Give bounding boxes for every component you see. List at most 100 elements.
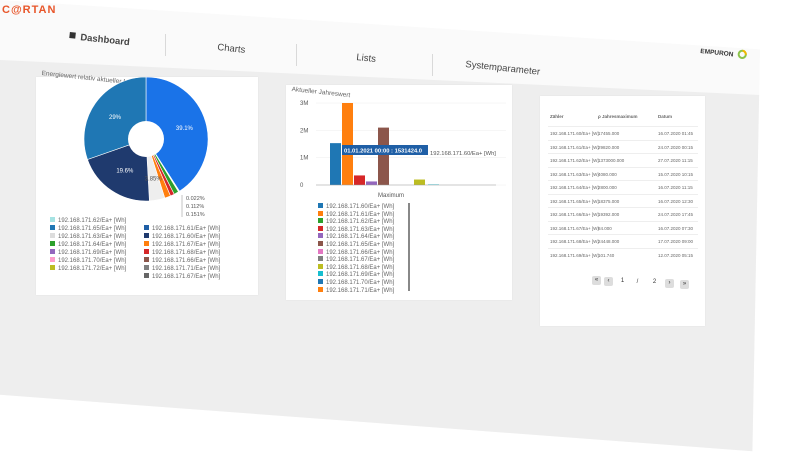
y-tick-label: 1M: [300, 156, 308, 162]
legend-label: 192.168.171.72/Ea+ [Wh]: [58, 266, 127, 272]
tooltip-text: 01.01.2021 00:00 : 1531424.0: [344, 149, 422, 155]
legend-label: 192.168.171.65/Ea+ [Wh]: [58, 226, 127, 232]
pie-legend-item[interactable]: 192.168.171.63/Ea+ [Wh]: [50, 233, 126, 240]
bar-legend-item[interactable]: 192.168.171.68/Ea+ [Wh]: [318, 263, 395, 271]
table-header-cell[interactable]: ρ Jahresmaximum: [598, 114, 638, 119]
bar[interactable]: [378, 127, 389, 185]
bar[interactable]: [366, 181, 377, 185]
bar[interactable]: [330, 143, 341, 185]
y-tick-label: 0: [300, 183, 304, 189]
table-row[interactable]: 192.168.171.61/Ea+ [W] 29820.000 24.07.202…: [548, 139, 698, 155]
brand-logo-text: EMPURON: [699, 47, 734, 59]
table-cell: 192.168.171.60/Ea+ [W]: [550, 131, 599, 136]
legend-label: 192.168.171.69/Ea+ [Wh]: [326, 272, 395, 279]
pie-legend-item[interactable]: 192.168.171.72/Ea+ [Wh]: [50, 265, 126, 272]
pie-legend-item[interactable]: 192.168.171.62/Ea+ [Wh]: [50, 217, 126, 224]
pie-legend-item[interactable]: 192.168.171.69/Ea+ [Wh]: [50, 249, 126, 256]
legend-swatch: [318, 248, 323, 254]
table-cell: 19392.000: [598, 212, 620, 217]
tab-systemparameter[interactable]: Systemparameter: [465, 59, 541, 78]
table-row[interactable]: 192.168.171.67/Ea+ [W] 84.000 16.07.2020 0…: [548, 220, 698, 236]
bar[interactable]: [354, 175, 365, 185]
pie-legend-item[interactable]: 192.168.171.64/Ea+ [Wh]: [50, 241, 126, 248]
legend-label: 192.168.171.66/Ea+ [Wh]: [152, 258, 221, 264]
bar-legend-item[interactable]: 192.168.171.71/Ea+ [Wh]: [318, 286, 394, 294]
bar-legend-item[interactable]: 192.168.171.62/Ea+ [Wh]: [318, 218, 394, 225]
legend-swatch: [50, 265, 55, 270]
pie-legend-item[interactable]: 192.168.171.65/Ea+ [Wh]: [50, 225, 126, 232]
pie-legend-item[interactable]: 192.168.171.67/Ea+ [Wh]: [144, 273, 220, 280]
table-cell: 16.07.2020 01:45: [658, 131, 694, 136]
table-row[interactable]: 192.168.171.60/Ea+ [W] 17455.000 16.07.202…: [548, 126, 698, 141]
tab-lists[interactable]: Lists: [356, 52, 377, 65]
bar-legend-item[interactable]: 192.168.171.67/Ea+ [Wh]: [318, 256, 394, 263]
legend-label: 192.168.171.67/Ea+ [Wh]: [152, 242, 221, 248]
bar-legend-item[interactable]: 192.168.171.60/Ea+ [Wh]: [318, 203, 394, 210]
legend-label: 192.168.171.63/Ea+ [Wh]: [326, 226, 395, 233]
last-page-button[interactable]: »: [680, 279, 689, 289]
bar-legend-item[interactable]: 192.168.171.61/Ea+ [Wh]: [318, 210, 394, 218]
legend-swatch: [144, 257, 149, 262]
bar-legend-item[interactable]: 192.168.171.70/Ea+ [Wh]: [318, 279, 394, 286]
bar[interactable]: [342, 103, 353, 185]
bar-legend-item[interactable]: 192.168.171.65/Ea+ [Wh]: [318, 241, 394, 248]
pie-legend-item[interactable]: 192.168.171.71/Ea+ [Wh]: [144, 265, 220, 272]
bar-legend-item[interactable]: 192.168.171.63/Ea+ [Wh]: [318, 225, 395, 233]
legend-label: 192.168.171.70/Ea+ [Wh]: [58, 258, 127, 264]
legend-scrollbar[interactable]: [408, 203, 410, 291]
pie-legend-item[interactable]: 192.168.171.60/Ea+ [Wh]: [144, 233, 220, 240]
pie-legend-item[interactable]: 192.168.171.61/Ea+ [Wh]: [144, 225, 220, 232]
bar-legend-item[interactable]: 192.168.171.69/Ea+ [Wh]: [318, 271, 394, 278]
legend-swatch: [144, 233, 149, 238]
pie-chart-card: Energiewert relativ aktueller Monat 39.1…: [36, 70, 258, 295]
table-cell: 192.168.171.69/Ea+ [W]: [550, 252, 599, 258]
pie-legend-item[interactable]: 192.168.171.68/Ea+ [Wh]: [144, 249, 220, 256]
legend-swatch: [318, 263, 323, 269]
x-category-label: Maximum: [378, 193, 404, 199]
table-cell: 15.07.2020 10:15: [658, 171, 694, 177]
pie-legend-item[interactable]: 192.168.171.70/Ea+ [Wh]: [50, 257, 126, 264]
table-row[interactable]: 192.168.171.62/Ea+ [W] 1373000.000 27.07.2…: [548, 153, 698, 168]
tab-charts[interactable]: Charts: [217, 42, 246, 56]
table-cell: 18375.000: [598, 198, 620, 204]
prev-page-button[interactable]: ‹: [604, 276, 613, 286]
table-header-cell[interactable]: Zähler: [550, 114, 564, 119]
table-row[interactable]: 192.168.171.63/Ea+ [W] 4080.000 15.07.2020…: [548, 166, 698, 182]
page-total: 2: [652, 279, 657, 286]
table-cell: 12.07.2020 05:15: [658, 252, 694, 258]
legend-label: 192.168.171.60/Ea+ [Wh]: [326, 204, 395, 210]
legend-label: 192.168.171.66/Ea+ [Wh]: [326, 249, 395, 256]
bar-legend-item[interactable]: 192.168.171.64/Ea+ [Wh]: [318, 233, 394, 240]
pie-legend-item[interactable]: 192.168.171.67/Ea+ [Wh]: [144, 241, 220, 248]
table-row[interactable]: 192.168.171.66/Ea+ [W] 19392.000 24.07.202…: [548, 207, 698, 222]
table-cell: 1373000.000: [598, 158, 625, 163]
dashboard-screen: C@RTAN Dashboard Charts Lists Systempara…: [0, 0, 760, 452]
table-cell: 24.07.2020 17:45: [658, 212, 694, 217]
tooltip-series: 192.168.171.60/Ea+ [Wh]: [430, 151, 496, 157]
legend-label: 192.168.171.64/Ea+ [Wh]: [326, 234, 395, 241]
legend-swatch: [318, 218, 323, 224]
legend-label: 192.168.171.62/Ea+ [Wh]: [326, 219, 395, 226]
table-card: Zähler ρ Jahresmaximum Datum 192.168.171.60…: [540, 96, 705, 326]
page-number[interactable]: 1: [618, 277, 627, 286]
table-cell: 192.168.171.62/Ea+ [W]: [550, 158, 599, 163]
table-row[interactable]: 192.168.171.65/Ea+ [W] 18375.000 16.07.202…: [548, 193, 698, 209]
legend-swatch: [318, 203, 323, 208]
table-row[interactable]: 192.168.171.69/Ea+ [W] 101.740 12.07.2020 …: [548, 247, 698, 263]
table-header-cell[interactable]: Datum: [658, 114, 672, 119]
pie-legend-item[interactable]: 192.168.171.66/Ea+ [Wh]: [144, 257, 220, 264]
table-cell: 16.07.2020 11:15: [658, 185, 693, 190]
table-cell: 192.168.171.67/Ea+ [W]: [550, 225, 599, 231]
bar-legend-item[interactable]: 192.168.171.66/Ea+ [Wh]: [318, 248, 395, 256]
pie-slice-label: 29%: [109, 115, 122, 121]
legend-label: 192.168.171.67/Ea+ [Wh]: [152, 274, 221, 280]
bar[interactable]: [414, 179, 425, 185]
first-page-button[interactable]: «: [592, 276, 601, 285]
next-page-button[interactable]: ›: [665, 279, 674, 288]
tab-dashboard[interactable]: Dashboard: [69, 31, 130, 48]
table-row[interactable]: 192.168.171.64/Ea+ [W] 2800.000 16.07.2020…: [548, 180, 698, 195]
table-row[interactable]: 192.168.171.68/Ea+ [W] 24448.000 17.07.202…: [548, 234, 698, 249]
legend-label: 192.168.171.61/Ea+ [Wh]: [152, 226, 221, 232]
pie-slice-label: 3.85%: [145, 176, 163, 182]
legend-label: 192.168.171.68/Ea+ [Wh]: [326, 264, 395, 271]
